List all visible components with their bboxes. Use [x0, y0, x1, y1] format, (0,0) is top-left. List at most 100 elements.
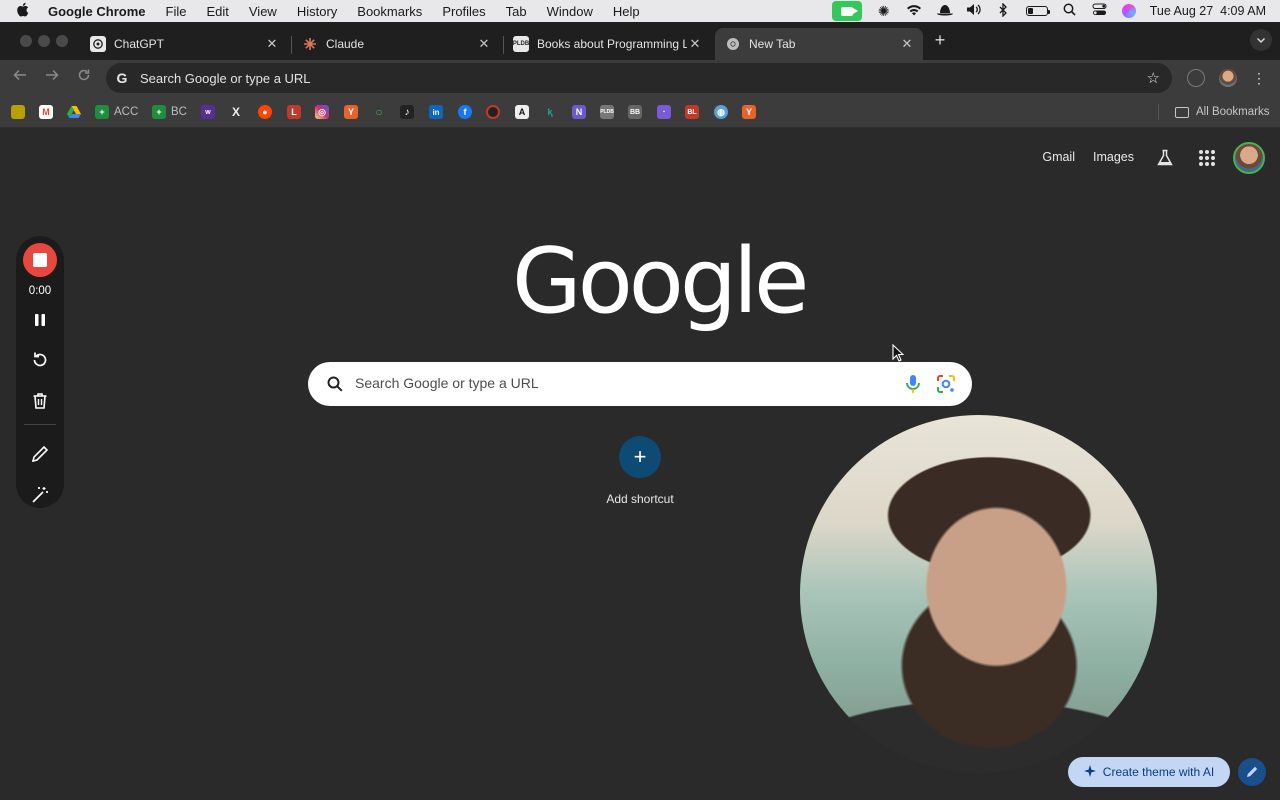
- google-logo: Google: [512, 229, 809, 334]
- menu-tab[interactable]: Tab: [506, 4, 527, 19]
- back-button[interactable]: [10, 68, 30, 88]
- search-icon: [326, 375, 344, 393]
- bookmark-item[interactable]: ○: [372, 104, 386, 120]
- bookmark-item-acc[interactable]: + ACC: [95, 104, 138, 120]
- bookmark-item[interactable]: ▪: [657, 104, 671, 120]
- bookmark-item[interactable]: BB: [628, 104, 642, 120]
- restart-icon[interactable]: [30, 350, 50, 370]
- menu-help[interactable]: Help: [613, 4, 640, 19]
- stop-recording-button[interactable]: [23, 243, 57, 277]
- bookmark-item[interactable]: ●: [258, 104, 272, 120]
- close-icon[interactable]: ✕: [687, 36, 703, 52]
- menu-bookmarks[interactable]: Bookmarks: [357, 4, 422, 19]
- draw-pencil-icon[interactable]: [30, 444, 50, 464]
- menu-window[interactable]: Window: [547, 4, 593, 19]
- bookmark-item[interactable]: Y: [344, 104, 358, 120]
- menu-profiles[interactable]: Profiles: [442, 4, 485, 19]
- new-tab-button[interactable]: +: [930, 30, 950, 50]
- create-theme-with-ai-button[interactable]: Create theme with AI: [1068, 757, 1230, 787]
- extension-icon[interactable]: [1187, 69, 1205, 87]
- hat-icon[interactable]: [936, 3, 953, 19]
- bookmark-item[interactable]: ♪: [400, 104, 414, 120]
- tab-title: New Tab: [749, 37, 796, 51]
- search-input[interactable]: Search Google or type a URL: [355, 375, 539, 391]
- bl-icon: BL: [685, 105, 699, 119]
- voice-search-icon[interactable]: [904, 374, 922, 394]
- menu-edit[interactable]: Edit: [206, 4, 228, 19]
- tab-new-tab[interactable]: New Tab ✕: [715, 28, 923, 60]
- profile-avatar-icon[interactable]: [1219, 69, 1237, 87]
- menu-file[interactable]: File: [166, 4, 187, 19]
- google-lens-icon[interactable]: [936, 374, 956, 394]
- bookmark-item[interactable]: ⱪ: [543, 104, 557, 120]
- window-minimize-button[interactable]: [38, 35, 50, 47]
- forward-button[interactable]: [42, 68, 62, 88]
- trash-icon[interactable]: [30, 391, 50, 411]
- omnibox-input[interactable]: Search Google or type a URL: [140, 71, 311, 86]
- close-icon[interactable]: ✕: [264, 36, 280, 52]
- pldb-icon: PLDB: [513, 36, 529, 52]
- effects-wand-icon[interactable]: [30, 485, 50, 505]
- bookmark-item[interactable]: f: [458, 104, 472, 120]
- account-avatar[interactable]: [1233, 142, 1265, 174]
- tab-search-button[interactable]: [1250, 29, 1272, 51]
- bookmark-item-bc[interactable]: + BC: [152, 104, 187, 120]
- menu-app-name[interactable]: Google Chrome: [48, 4, 146, 19]
- camera-in-use-icon[interactable]: [831, 1, 862, 21]
- gmail-link[interactable]: Gmail: [1042, 150, 1075, 164]
- add-shortcut-button[interactable]: +: [619, 436, 661, 478]
- bookmark-item[interactable]: BL: [685, 104, 699, 120]
- menu-history[interactable]: History: [297, 4, 337, 19]
- menu-extras: ✺ Tue Aug 27 4:09 AM: [831, 0, 1280, 22]
- menu-view[interactable]: View: [249, 4, 277, 19]
- tab-title: ChatGPT: [114, 37, 165, 51]
- battery-icon[interactable]: [1025, 6, 1050, 16]
- bookmark-item[interactable]: PLDB: [600, 104, 614, 120]
- bookmark-item[interactable]: w: [201, 104, 215, 120]
- pause-icon[interactable]: [30, 310, 50, 330]
- n-icon: N: [572, 105, 586, 119]
- bookmark-item[interactable]: [67, 104, 81, 120]
- labs-flask-icon[interactable]: [1156, 149, 1174, 167]
- close-icon[interactable]: ✕: [476, 36, 492, 52]
- wifi-icon[interactable]: [906, 3, 922, 19]
- bookmark-item[interactable]: N: [572, 104, 586, 120]
- bluetooth-icon[interactable]: [996, 1, 1012, 20]
- brightness-icon[interactable]: ✺: [876, 3, 892, 20]
- close-icon[interactable]: ✕: [899, 36, 915, 52]
- bookmark-item[interactable]: Y: [742, 104, 756, 120]
- bookmark-item[interactable]: ◎: [315, 104, 329, 120]
- bookmark-item[interactable]: M: [39, 104, 53, 120]
- omnibox[interactable]: G Search Google or type a URL ☆: [106, 63, 1172, 93]
- bookmark-item[interactable]: [486, 104, 500, 120]
- spotlight-search-icon[interactable]: [1062, 3, 1078, 19]
- bookmark-item[interactable]: A: [515, 104, 529, 120]
- bookmark-item[interactable]: in: [429, 104, 443, 120]
- webcam-bubble[interactable]: [800, 415, 1157, 773]
- tab-books-programming[interactable]: PLDB Books about Programming La ✕: [503, 28, 711, 60]
- page-icon: [11, 105, 25, 119]
- siri-icon[interactable]: [1121, 4, 1136, 18]
- all-bookmarks-button[interactable]: All Bookmarks: [1175, 104, 1270, 120]
- control-center-icon[interactable]: [1092, 3, 1108, 19]
- volume-icon[interactable]: [966, 3, 982, 19]
- images-link[interactable]: Images: [1093, 150, 1134, 164]
- macos-menu-bar: Google Chrome File Edit View History Boo…: [0, 0, 1280, 22]
- apple-icon[interactable]: [16, 2, 36, 20]
- menu-clock[interactable]: Tue Aug 27 4:09 AM: [1150, 4, 1266, 18]
- chrome-menu-icon[interactable]: ⋮: [1252, 69, 1266, 87]
- o-icon: ○: [375, 105, 383, 119]
- bookmark-star-icon[interactable]: ☆: [1147, 69, 1160, 87]
- bookmark-item[interactable]: [11, 104, 25, 120]
- reload-button[interactable]: [74, 68, 94, 88]
- bookmark-item[interactable]: L: [287, 104, 301, 120]
- customize-chrome-button[interactable]: [1238, 758, 1266, 786]
- ntp-search-box[interactable]: Search Google or type a URL: [308, 362, 972, 406]
- tab-claude[interactable]: Claude ✕: [292, 28, 500, 60]
- bookmark-item[interactable]: ◍: [714, 104, 728, 120]
- window-zoom-button[interactable]: [56, 35, 68, 47]
- google-apps-icon[interactable]: [1199, 150, 1215, 166]
- window-close-button[interactable]: [20, 35, 32, 47]
- bookmark-item[interactable]: X: [229, 104, 243, 120]
- tab-chatgpt[interactable]: ChatGPT ✕: [80, 28, 288, 60]
